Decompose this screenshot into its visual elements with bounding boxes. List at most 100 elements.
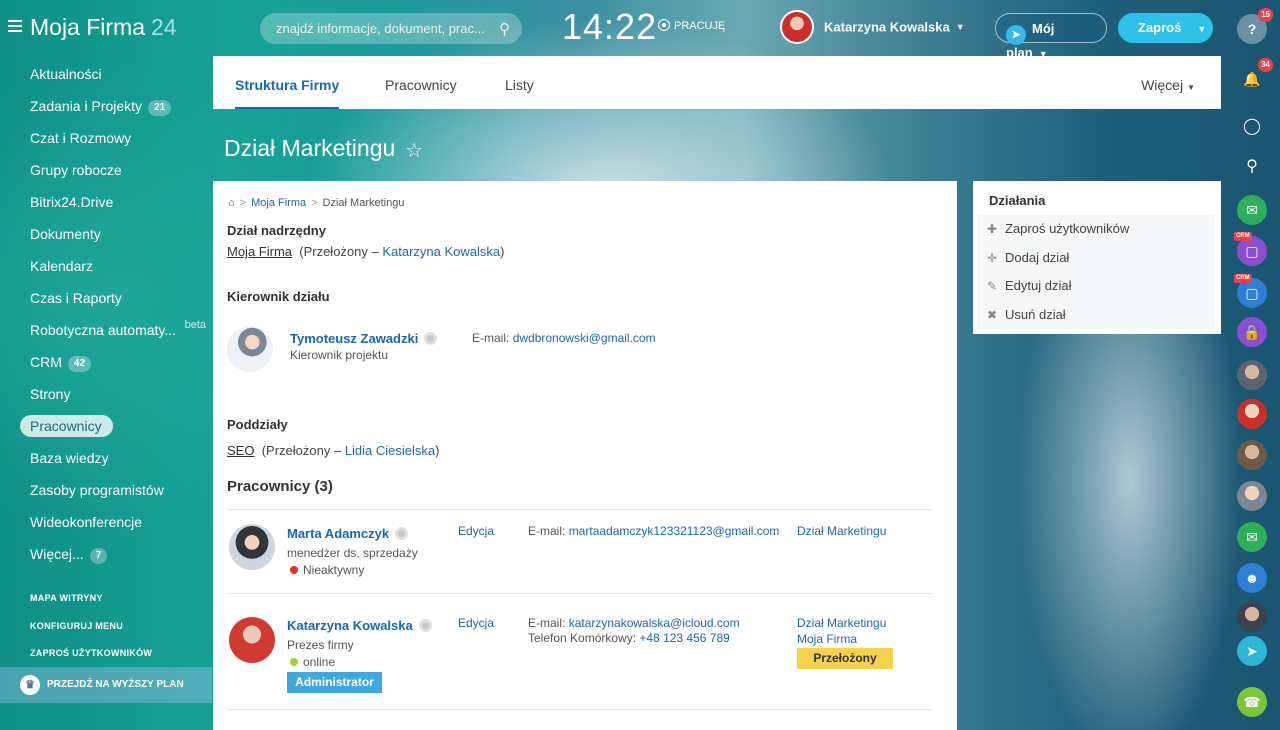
help-icon[interactable]: ? 15 [1237, 8, 1273, 44]
home-icon[interactable]: ⌂ [228, 197, 235, 209]
sidebar-item-employees[interactable]: Pracownicy [20, 415, 113, 437]
chevron-down-icon: ▼ [1187, 83, 1195, 92]
crm-chat-icon[interactable]: ▢ CRM [1234, 232, 1267, 266]
divider [227, 593, 931, 594]
tab-company-structure[interactable]: Struktura Firmy [235, 56, 340, 109]
employee-name-link[interactable]: Katarzyna Kowalska [287, 618, 413, 633]
chevron-down-icon: ▼ [955, 22, 965, 32]
actions-heading: Działania [989, 193, 1046, 208]
upgrade-plan-button[interactable]: ♛ PRZEJDŹ NA WYŻSZY PLAN [0, 667, 212, 703]
supervisor-badge: Przełożony [797, 648, 893, 669]
sidebar-item-tasks[interactable]: Zadania i Projekty 21 [20, 90, 212, 122]
delete-department-action[interactable]: ✖ Usuń dział [977, 301, 1215, 330]
employee-avatar[interactable] [229, 617, 275, 663]
sidebar-item-sites[interactable]: Strony [20, 378, 212, 410]
sidebar-item-rpa[interactable]: Robotyczna automaty... beta [20, 314, 212, 346]
employee-avatar[interactable] [229, 524, 275, 570]
sidebar-item-developer-resources[interactable]: Zasoby programistów [20, 474, 212, 506]
parent-department-line: Moja Firma (Przełożony – Katarzyna Kowal… [227, 244, 505, 259]
work-status[interactable]: PRACUJĘ [658, 19, 725, 32]
gear-icon [395, 527, 409, 540]
contact-avatar-icon[interactable] [1237, 440, 1267, 470]
top-bar: Moja Firma 24 znajdź informacje, dokument… [0, 0, 1230, 60]
parent-boss-link[interactable]: Katarzyna Kowalska [382, 244, 500, 259]
employee-email-link[interactable]: martaadamczyk123321123@gmail.com [569, 524, 780, 538]
contact-avatar-icon[interactable] [1237, 481, 1267, 511]
tab-lists[interactable]: Listy [505, 56, 534, 109]
employee-email-link[interactable]: katarzynakowalska@icloud.com [569, 616, 740, 630]
invite-users-link[interactable]: ZAPROŚ UŻYTKOWNIKÓW [30, 648, 152, 658]
megaphone-icon[interactable]: ✉ [1237, 195, 1267, 225]
phone-icon[interactable]: ☎ [1237, 687, 1267, 717]
breadcrumb-current: Dział Marketingu [322, 197, 405, 209]
menu-icon[interactable] [8, 20, 22, 32]
tab-more[interactable]: Więcej ▼ [1141, 56, 1195, 117]
clock[interactable]: 14:22 [562, 6, 657, 48]
lock-icon[interactable]: 🔒 [1237, 317, 1267, 347]
head-email-link[interactable]: dwdbronowski@gmail.com [513, 331, 656, 345]
parent-department-link[interactable]: Moja Firma [227, 244, 292, 259]
sidebar-item-drive[interactable]: Bitrix24.Drive [20, 186, 212, 218]
subdepartments-heading: Poddziały [227, 417, 288, 432]
logo[interactable]: Moja Firma 24 [30, 14, 177, 41]
search-icon[interactable]: ⚲ [499, 20, 510, 38]
search-icon[interactable]: ⚲ [1237, 152, 1267, 182]
head-avatar[interactable] [227, 326, 273, 372]
sidebar-item-news[interactable]: Aktualności [20, 58, 212, 90]
sidebar-item-chat[interactable]: Czat i Rozmowy [20, 122, 212, 154]
sidebar-nav: Aktualności Zadania i Projekty 21 Czat i … [0, 58, 212, 570]
star-icon[interactable]: ☆ [405, 140, 423, 162]
employee-company-link[interactable]: Moja Firma [797, 632, 857, 646]
employee-department-link[interactable]: Dział Marketingu [797, 616, 886, 630]
employee-department-link[interactable]: Dział Marketingu [797, 523, 886, 539]
sitemap-link[interactable]: MAPA WITRYNY [30, 593, 103, 603]
open-line-icon[interactable]: ➤ [1237, 636, 1267, 666]
sidebar: Aktualności Zadania i Projekty 21 Czat i … [0, 56, 212, 730]
contact-avatar-icon[interactable] [1237, 360, 1267, 390]
sidebar-item-more[interactable]: Więcej... 7 [20, 538, 212, 570]
add-department-action[interactable]: ✛ Dodaj dział [977, 244, 1215, 273]
sidebar-item-calendar[interactable]: Kalendarz [20, 250, 212, 282]
edit-department-action[interactable]: ✎ Edytuj dział [977, 272, 1215, 301]
employee-name-link[interactable]: Marta Adamczyk [287, 526, 389, 541]
close-icon: ✖ [987, 307, 998, 322]
sidebar-item-crm[interactable]: CRM 42 [20, 346, 212, 378]
search-input[interactable]: znajdź informacje, dokument, prac... ⚲ [260, 13, 522, 44]
bell-icon[interactable]: 🔔 34 [1237, 58, 1273, 94]
count-badge: 21 [148, 100, 172, 116]
chevron-down-icon: ▼ [1197, 23, 1207, 34]
tab-employees[interactable]: Pracownicy [385, 56, 457, 109]
sidebar-item-time-reports[interactable]: Czas i Raporty [20, 282, 212, 314]
breadcrumb-company[interactable]: Moja Firma [251, 197, 306, 209]
sidebar-item-videoconferences[interactable]: Wideokonferencje [20, 506, 212, 538]
invite-users-action[interactable]: ✚ Zaproś użytkowników [977, 215, 1215, 244]
group-icon[interactable]: ☻ [1237, 563, 1267, 593]
head-name-link[interactable]: Tymoteusz Zawadzki [290, 331, 418, 346]
subdepartment-link[interactable]: SEO [227, 443, 254, 458]
my-plan-button[interactable]: ➤ Mój plan ▼ [995, 13, 1107, 60]
chat-icon[interactable]: ◯ [1237, 112, 1267, 142]
sidebar-item-documents[interactable]: Dokumenty [20, 218, 212, 250]
edit-link[interactable]: Edycja [458, 524, 494, 538]
help-count-badge: 15 [1258, 8, 1273, 22]
head-heading: Kierownik działu [227, 289, 330, 304]
configure-menu-link[interactable]: KONFIGURUJ MENU [30, 621, 123, 631]
invite-button[interactable]: Zaproś ▼ [1118, 13, 1213, 43]
sidebar-item-workgroups[interactable]: Grupy robocze [20, 154, 212, 186]
megaphone-icon[interactable]: ✉ [1237, 522, 1267, 552]
edit-link[interactable]: Edycja [458, 616, 494, 630]
contact-avatar-icon[interactable] [1237, 399, 1267, 429]
plus-icon: ✚ [987, 222, 998, 236]
sidebar-item-knowledge-base[interactable]: Baza wiedzy [20, 442, 212, 474]
status-dot-icon [290, 658, 298, 666]
employee-phone-link[interactable]: +48 123 456 789 [639, 631, 729, 645]
contact-avatar-icon[interactable] [1237, 602, 1267, 632]
actions-panel: Działania ✚ Zaproś użytkowników ✛ Dodaj dz… [973, 181, 1221, 334]
user-menu[interactable]: Katarzyna Kowalska ▼ [780, 10, 965, 44]
crm-contacts-icon[interactable]: ▢ CRM [1234, 274, 1267, 308]
beta-label: beta [184, 319, 206, 331]
subdepartment-line: SEO (Przełożony – Lidia Ciesielska) [227, 443, 440, 458]
count-badge: 7 [89, 548, 108, 564]
sub-boss-link[interactable]: Lidia Ciesielska [345, 443, 435, 458]
employee-contact: E-mail: katarzynakowalska@icloud.com Tel… [528, 616, 740, 645]
